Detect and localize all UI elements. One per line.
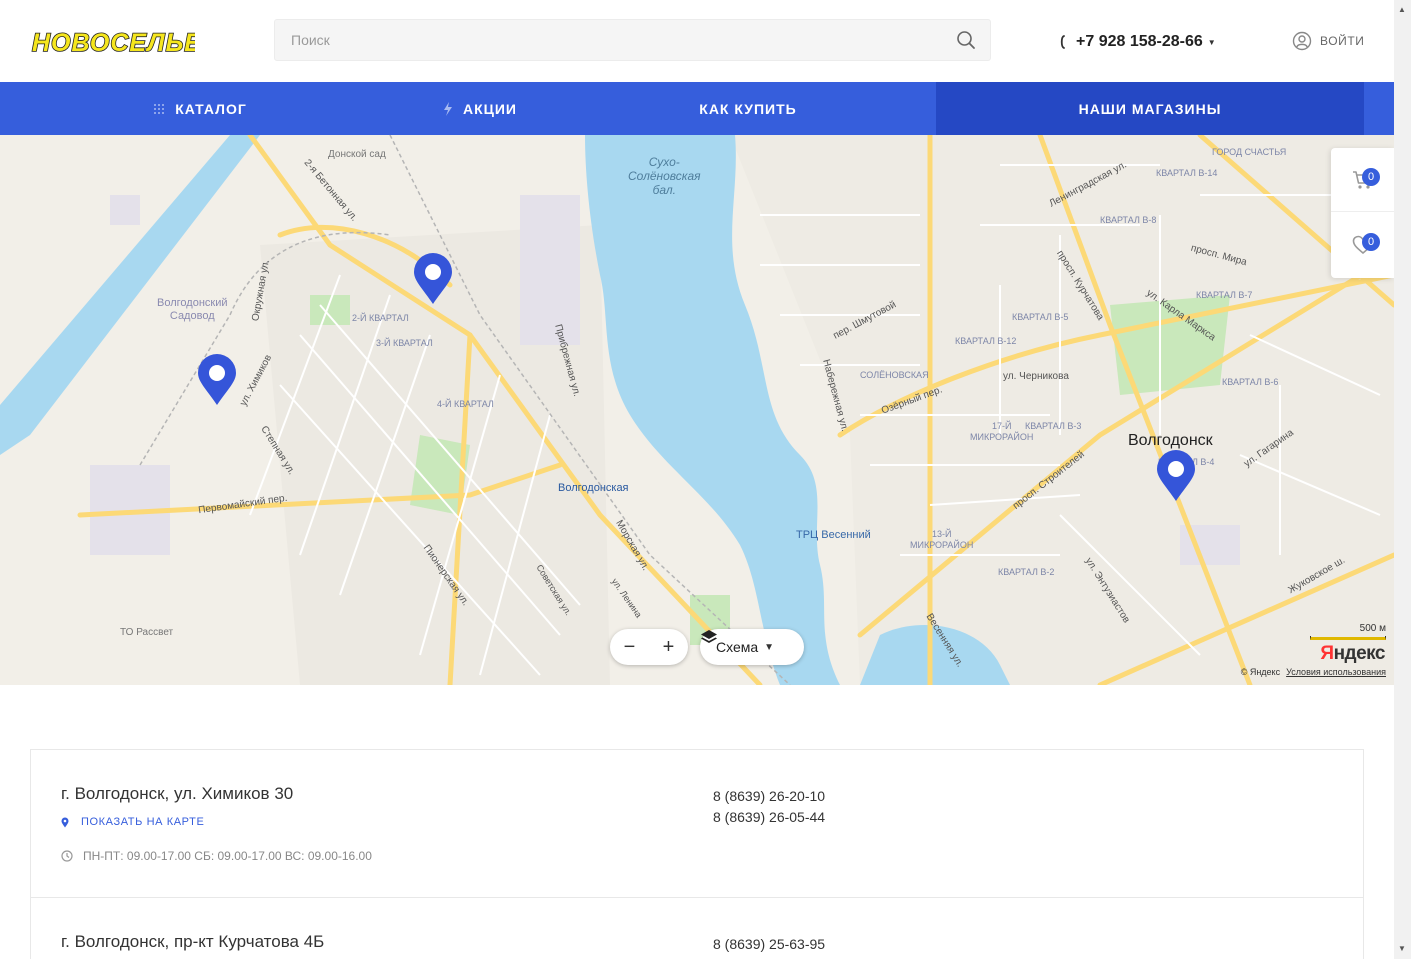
phone-block[interactable]: +7 928 158-28-66 ▼ <box>1058 30 1216 54</box>
map-label-station: Волгодонская <box>558 482 629 494</box>
map-label-kvartal-v5: КВАРТАЛ В-5 <box>1012 312 1069 322</box>
clock-icon <box>61 850 73 862</box>
search-input[interactable] <box>275 20 935 60</box>
yandex-logo[interactable]: Яндекс <box>1320 643 1385 665</box>
map-scale-label: 500 м <box>1359 623 1386 634</box>
map-layer-selector[interactable]: Схема ▼ <box>700 629 804 665</box>
map-scale-bar <box>1310 636 1386 640</box>
nav-our-stores-label: НАШИ МАГАЗИНЫ <box>1078 100 1222 117</box>
nav-how-to-buy-label: КАК КУПИТЬ <box>699 100 797 117</box>
grid-icon <box>154 103 165 114</box>
map-label-sadovod: Волгодонский Садовод <box>157 297 228 322</box>
nav-promo[interactable]: АКЦИИ <box>400 82 560 135</box>
scrollbar-thumb[interactable] <box>1396 0 1409 959</box>
map-marker[interactable] <box>413 253 453 305</box>
map-label-kvartal-v12: КВАРТАЛ В-12 <box>955 336 1017 346</box>
map-label-mall: ТРЦ Весенний <box>796 529 871 541</box>
map-label-kvartal-v7: КВАРТАЛ В-7 <box>1196 290 1253 300</box>
favorites-count-badge: 0 <box>1362 233 1380 251</box>
map-label-solenovskaya: СОЛЁНОВСКАЯ <box>860 370 929 380</box>
nav-our-stores[interactable]: НАШИ МАГАЗИНЫ <box>936 82 1364 135</box>
map-label-kvartal-v3: КВАРТАЛ В-3 <box>1025 421 1082 431</box>
map-layer-label: Схема <box>716 639 759 655</box>
chevron-down-icon: ▼ <box>764 641 775 653</box>
store-card: г. Волгодонск, пр-кт Курчатова 4Б 8 (863… <box>31 898 1363 959</box>
map-label-city: Волгодонск <box>1128 432 1213 449</box>
map-label-kvartal-3: 3-Й КВАРТАЛ <box>376 338 433 348</box>
search-icon[interactable] <box>956 30 976 50</box>
map-label-kvartal-v2: КВАРТАЛ В-2 <box>998 567 1055 577</box>
store-phone[interactable]: 8 (8639) 26-05-44 <box>713 807 825 828</box>
store-phone[interactable]: 8 (8639) 26-20-10 <box>713 786 825 807</box>
logo[interactable]: НОВОСЕЛЬЕ <box>30 26 195 58</box>
store-map[interactable]: Волгодонск Сухо- Солёновская бал. Волгод… <box>0 135 1394 685</box>
zoom-out-button[interactable]: − <box>615 636 645 659</box>
store-list: г. Волгодонск, ул. Химиков 30 ПОКАЗАТЬ Н… <box>30 749 1364 959</box>
store-card: г. Волгодонск, ул. Химиков 30 ПОКАЗАТЬ Н… <box>31 750 1363 898</box>
map-label-kvartal-v8: КВАРТАЛ В-8 <box>1100 215 1157 225</box>
search-box <box>274 19 991 61</box>
chevron-down-icon[interactable]: ▼ <box>1208 38 1216 47</box>
main-nav: КАТАЛОГ АКЦИИ КАК КУПИТЬ НАШИ МАГАЗИНЫ <box>0 82 1394 135</box>
map-attribution: © Яндекс Условия использования <box>1241 667 1386 677</box>
side-widget: 0 0 <box>1331 148 1394 278</box>
map-label-to-rassvet: ТО Рассвет <box>120 627 174 638</box>
store-address: г. Волгодонск, пр-кт Курчатова 4Б <box>61 932 325 951</box>
phone-number[interactable]: +7 928 158-28-66 <box>1076 33 1203 51</box>
map-marker[interactable] <box>1156 450 1196 502</box>
show-on-map-label: ПОКАЗАТЬ НА КАРТЕ <box>81 816 205 828</box>
login-label: ВОЙТИ <box>1320 34 1365 48</box>
store-address: г. Волгодонск, ул. Химиков 30 <box>61 784 294 803</box>
map-label-kvartal-4: 4-Й КВАРТАЛ <box>437 399 494 409</box>
map-label-donskoy-sad: Донской сад <box>328 149 386 160</box>
scroll-down-arrow-icon[interactable]: ▼ <box>1398 944 1406 953</box>
user-icon <box>1292 31 1312 51</box>
map-label-lake: Сухо- Солёновская бал. <box>628 155 701 197</box>
map-label-mkr13: 13-Й МИКРОРАЙОН <box>910 529 974 550</box>
lightning-icon <box>443 101 452 116</box>
map-label-kvartal-v14: КВАРТАЛ В-14 <box>1156 168 1218 178</box>
map-pin-icon <box>61 817 69 827</box>
map-terms-link[interactable]: Условия использования <box>1286 667 1386 677</box>
yandex-logo-rest: ндекс <box>1333 643 1386 664</box>
site-header: НОВОСЕЛЬЕ +7 928 158-28-66 ▼ ВОЙТИ <box>0 0 1394 82</box>
page-scrollbar[interactable]: ▲ ▼ <box>1394 0 1411 959</box>
map-marker[interactable] <box>197 354 237 406</box>
store-phone[interactable]: 8 (8639) 25-63-95 <box>713 934 825 955</box>
store-hours: ПН-ПТ: 09.00-17.00 СБ: 09.00-17.00 ВС: 0… <box>61 849 372 863</box>
map-label-kvartal-v6: КВАРТАЛ В-6 <box>1222 377 1279 387</box>
nav-how-to-buy[interactable]: КАК КУПИТЬ <box>560 82 936 135</box>
zoom-control: − + <box>610 629 688 665</box>
layers-icon <box>701 630 717 643</box>
map-copyright: © Яндекс <box>1240 667 1281 677</box>
show-on-map-link[interactable]: ПОКАЗАТЬ НА КАРТЕ <box>61 816 204 828</box>
map-label-gorod-schastya: ГОРОД СЧАСТЬЯ <box>1212 147 1287 157</box>
scroll-up-arrow-icon[interactable]: ▲ <box>1398 5 1406 14</box>
store-phones: 8 (8639) 26-20-10 8 (8639) 26-05-44 <box>713 786 825 828</box>
yandex-logo-first-letter: Я <box>1320 643 1334 664</box>
cart-count-badge: 0 <box>1362 168 1380 186</box>
svg-text:НОВОСЕЛЬЕ: НОВОСЕЛЬЕ <box>32 29 195 57</box>
nav-catalog-label: КАТАЛОГ <box>175 100 247 117</box>
store-phones: 8 (8639) 25-63-95 <box>713 934 825 955</box>
map-canvas[interactable] <box>0 135 1394 685</box>
favorites-button[interactable]: 0 <box>1331 213 1394 277</box>
map-label-kvartal-2: 2-Й КВАРТАЛ <box>352 313 409 323</box>
map-label-mkr17: 17-Й МИКРОРАЙОН <box>970 421 1034 442</box>
store-hours-label: ПН-ПТ: 09.00-17.00 СБ: 09.00-17.00 ВС: 0… <box>83 849 372 863</box>
map-label-chernikova: ул. Черникова <box>1003 371 1069 382</box>
zoom-in-button[interactable]: + <box>654 636 684 659</box>
phone-icon <box>1060 35 1065 49</box>
nav-promo-label: АКЦИИ <box>462 100 517 117</box>
nav-catalog[interactable]: КАТАЛОГ <box>0 82 400 135</box>
cart-button[interactable]: 0 <box>1331 148 1394 212</box>
login-button[interactable]: ВОЙТИ <box>1292 31 1365 51</box>
